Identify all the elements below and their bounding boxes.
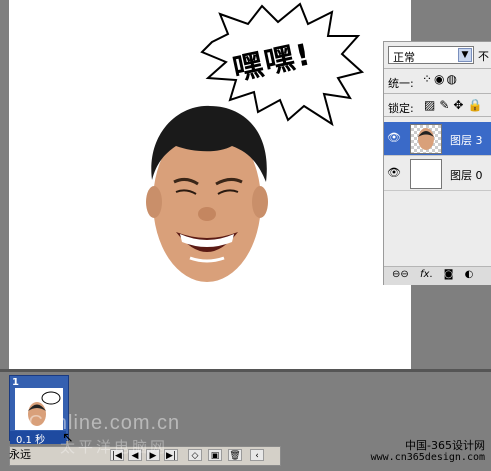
trash-icon[interactable]: 🗑	[228, 449, 242, 461]
eye-icon[interactable]: 👁	[386, 131, 402, 145]
layer-row-0[interactable]: 👁 图层 0	[384, 157, 491, 191]
mask-icon[interactable]: ◙	[444, 269, 454, 280]
frame-number: 1	[12, 377, 19, 388]
watermark-365-url: www.cn365design.com	[370, 452, 485, 463]
layer-thumbnail	[410, 159, 442, 189]
lock-label: 锁定:	[388, 102, 414, 115]
unify-icons[interactable]: ⁘◉◍	[422, 72, 459, 86]
tween-icon[interactable]: ◇	[188, 449, 202, 461]
layer-thumbnail	[410, 124, 442, 154]
link-icon[interactable]: ⊖⊖	[392, 269, 409, 280]
new-frame-icon[interactable]: ▣	[208, 449, 222, 461]
watermark-365-design: 中国-365设计网	[405, 439, 485, 452]
blend-mode-select[interactable]: 正常 ▼	[388, 46, 474, 64]
opacity-label: 不	[478, 50, 489, 63]
layer-name: 图层 0	[450, 169, 483, 182]
face-image	[146, 105, 268, 282]
fx-icon[interactable]: fx.	[420, 269, 433, 280]
chevron-down-icon[interactable]: ▼	[458, 48, 472, 62]
unify-label: 统一:	[388, 77, 414, 90]
blend-mode-value: 正常	[393, 51, 415, 64]
adjustment-icon[interactable]: ◐	[465, 269, 474, 280]
lock-icons[interactable]: ▨✎✥🔒	[424, 98, 486, 112]
layer-row-3[interactable]: 👁 图层 3	[384, 122, 491, 156]
collapse-icon[interactable]: ‹	[250, 449, 264, 461]
layers-toolbar: ⊖⊖ fx. ◙ ◐	[384, 266, 491, 285]
loop-select[interactable]: 永远	[9, 446, 31, 462]
watermark-pconline: PConline.com.cn	[14, 412, 181, 434]
divider	[384, 93, 491, 94]
divider	[384, 68, 491, 69]
eye-icon[interactable]: 👁	[386, 166, 402, 180]
divider	[384, 116, 491, 117]
layer-name: 图层 3	[450, 134, 483, 147]
watermark-pconline-cn: 太平洋电脑网	[60, 438, 169, 456]
layers-panel: 正常 ▼ 不 统一: ⁘◉◍ 锁定: ▨✎✥🔒 👁 图层 3 👁 图层 0 ⊖⊖…	[383, 41, 491, 285]
